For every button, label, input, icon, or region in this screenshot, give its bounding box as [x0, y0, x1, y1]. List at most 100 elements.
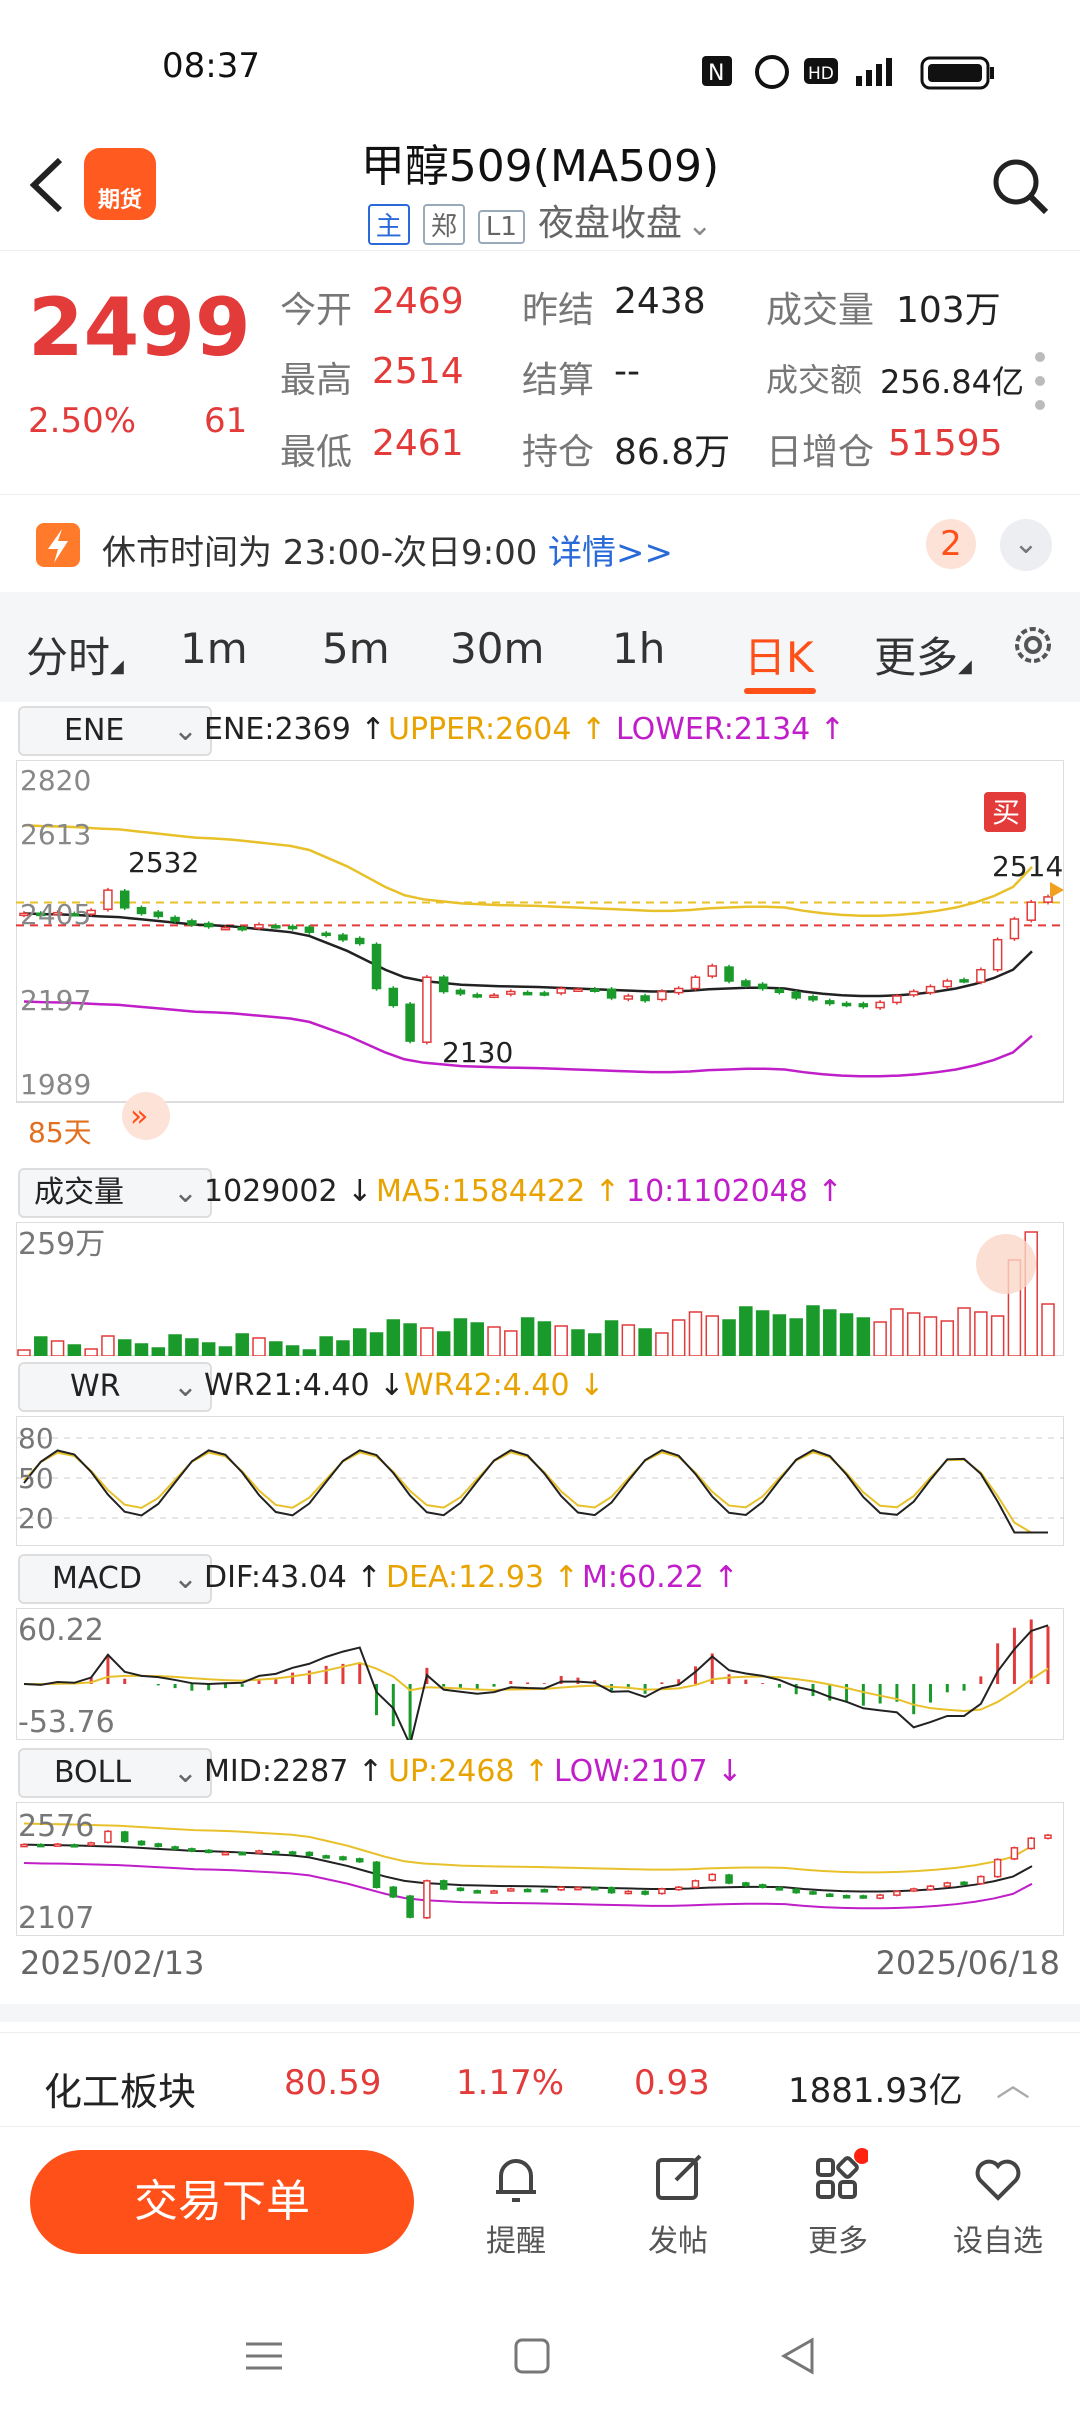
- candle-body: [960, 1881, 968, 1886]
- tab-1m[interactable]: 1m: [180, 624, 248, 673]
- dif-line: [23, 1624, 1049, 1740]
- volume-bar: [772, 1314, 787, 1356]
- candlestick-chart[interactable]: 2820 2613 2405 2197 1989 2532 2130 2514 …: [16, 760, 1064, 1164]
- volume-bar: [1041, 1303, 1055, 1356]
- sector-change: 0.93: [634, 2063, 710, 2103]
- candle-body: [104, 1830, 112, 1844]
- volume-bar: [67, 1344, 82, 1356]
- volume-bar: [352, 1328, 367, 1356]
- macd-selector[interactable]: MACD ⌄: [18, 1554, 212, 1604]
- nav-remind[interactable]: 提醒: [456, 2148, 576, 2260]
- tab-timeshare[interactable]: 分时◢: [26, 624, 124, 685]
- candle-body: [657, 990, 667, 1001]
- oi-value: 86.8万: [614, 432, 731, 473]
- chevron-up-icon[interactable]: ︿: [996, 2057, 1030, 2106]
- candle-body: [858, 1003, 869, 1008]
- contract-title[interactable]: 甲醇509(MA509): [0, 130, 1080, 194]
- candle-body: [287, 925, 298, 930]
- volume-bar: [520, 1317, 535, 1356]
- candle-body: [976, 968, 986, 983]
- back-nav-icon[interactable]: [778, 2336, 818, 2376]
- svg-text:N: N: [708, 61, 724, 86]
- tab-5m[interactable]: 5m: [322, 624, 390, 673]
- candle-body: [757, 983, 768, 990]
- candle-body: [371, 943, 382, 990]
- more-vertical-icon[interactable]: [1030, 347, 1050, 417]
- candle-body: [641, 1890, 649, 1895]
- ene-selector[interactable]: ENE ⌄: [18, 706, 212, 756]
- sector-bar[interactable]: 化工板块 80.59 1.17% 0.93 1881.93亿 ︿: [0, 2032, 1080, 2127]
- session-status: 夜盘收盘: [538, 203, 683, 244]
- volume-bar: [453, 1318, 468, 1356]
- buy-marker-label: 买: [992, 796, 1020, 829]
- boll-mid: MID:2287 ↑: [204, 1754, 383, 1789]
- boll-chart[interactable]: 2576 2107: [16, 1802, 1064, 1936]
- candle-body: [908, 990, 919, 996]
- volume-bar: [974, 1311, 988, 1356]
- candle-body: [170, 916, 180, 922]
- sector-name: 化工板块: [44, 2070, 197, 2114]
- candle-body: [842, 1895, 851, 1899]
- candle-body: [993, 1858, 1002, 1878]
- notice-detail-link[interactable]: 详情>>: [548, 525, 673, 574]
- candle-body: [372, 1861, 381, 1888]
- volume-selector[interactable]: 成交量 ⌄: [18, 1168, 212, 1218]
- notice-count-badge[interactable]: 2: [926, 519, 976, 569]
- chevron-down-icon[interactable]: ⌄: [1000, 519, 1052, 571]
- candle-body: [70, 1844, 79, 1848]
- price-pointer: [1050, 882, 1064, 898]
- candle-body: [456, 1887, 465, 1892]
- candle-body: [238, 1851, 246, 1856]
- tab-daily-k[interactable]: 日K: [744, 624, 814, 685]
- chevron-down-icon: ⌄: [687, 208, 713, 243]
- nav-more[interactable]: 更多: [778, 2148, 898, 2260]
- candle-body: [876, 1894, 884, 1899]
- candle-body: [1027, 1837, 1035, 1850]
- candle-body: [254, 923, 264, 929]
- candle-body: [304, 926, 315, 933]
- volume-bar: [319, 1336, 333, 1356]
- volume-bar: [369, 1332, 384, 1356]
- nav-watchlist[interactable]: 设自选: [938, 2148, 1058, 2260]
- volume-bar: [34, 1336, 48, 1356]
- volume-bar: [436, 1331, 451, 1356]
- settings-gear-icon[interactable]: [1008, 620, 1058, 670]
- tab-1h[interactable]: 1h: [612, 624, 665, 673]
- boll-y-tick: 2107: [18, 1901, 94, 1936]
- wr-selector[interactable]: WR ⌄: [18, 1362, 212, 1412]
- candle-body: [539, 992, 550, 996]
- lightning-icon: [36, 523, 80, 567]
- volume-bar: [957, 1307, 971, 1356]
- y-tick-label: 2613: [20, 818, 91, 851]
- candle-body: [942, 980, 953, 988]
- macd-y-tick: 60.22: [18, 1613, 104, 1648]
- candle-body: [171, 1846, 179, 1850]
- macd-m: M:60.22 ↑: [582, 1560, 739, 1595]
- trade-order-button[interactable]: 交易下单: [30, 2150, 414, 2254]
- home-icon[interactable]: [512, 2336, 552, 2376]
- search-icon[interactable]: [988, 154, 1052, 218]
- candle-body: [1010, 1847, 1019, 1860]
- volume-bar: [84, 1348, 98, 1356]
- boll-selector[interactable]: BOLL ⌄: [18, 1748, 212, 1798]
- nav-post[interactable]: 发帖: [618, 2148, 738, 2260]
- volume-bar: [17, 1349, 31, 1356]
- candle-body: [573, 988, 583, 992]
- tab-30m[interactable]: 30m: [450, 624, 544, 673]
- macd-chart[interactable]: 60.22 -53.76: [16, 1608, 1064, 1740]
- high-annotation: 2532: [128, 846, 199, 879]
- volume-chart[interactable]: 259万: [16, 1222, 1064, 1356]
- title-tags[interactable]: 主 郑 L1 夜盘收盘 ⌄: [0, 194, 1080, 246]
- candle-body: [439, 1880, 448, 1890]
- low-value: 2461: [372, 423, 464, 464]
- macd-y-tick: -53.76: [18, 1705, 115, 1740]
- candle-body: [606, 988, 617, 999]
- menu-icon[interactable]: [244, 2336, 284, 2376]
- candle-body: [338, 934, 348, 941]
- candle-body: [977, 1875, 985, 1885]
- apps-icon: [816, 2148, 870, 2199]
- candle-body: [221, 1851, 230, 1856]
- wr-chart[interactable]: 80 50 20: [16, 1416, 1064, 1546]
- volume-value: 1029002 ↓: [204, 1174, 373, 1209]
- tab-more[interactable]: 更多◢: [874, 624, 972, 685]
